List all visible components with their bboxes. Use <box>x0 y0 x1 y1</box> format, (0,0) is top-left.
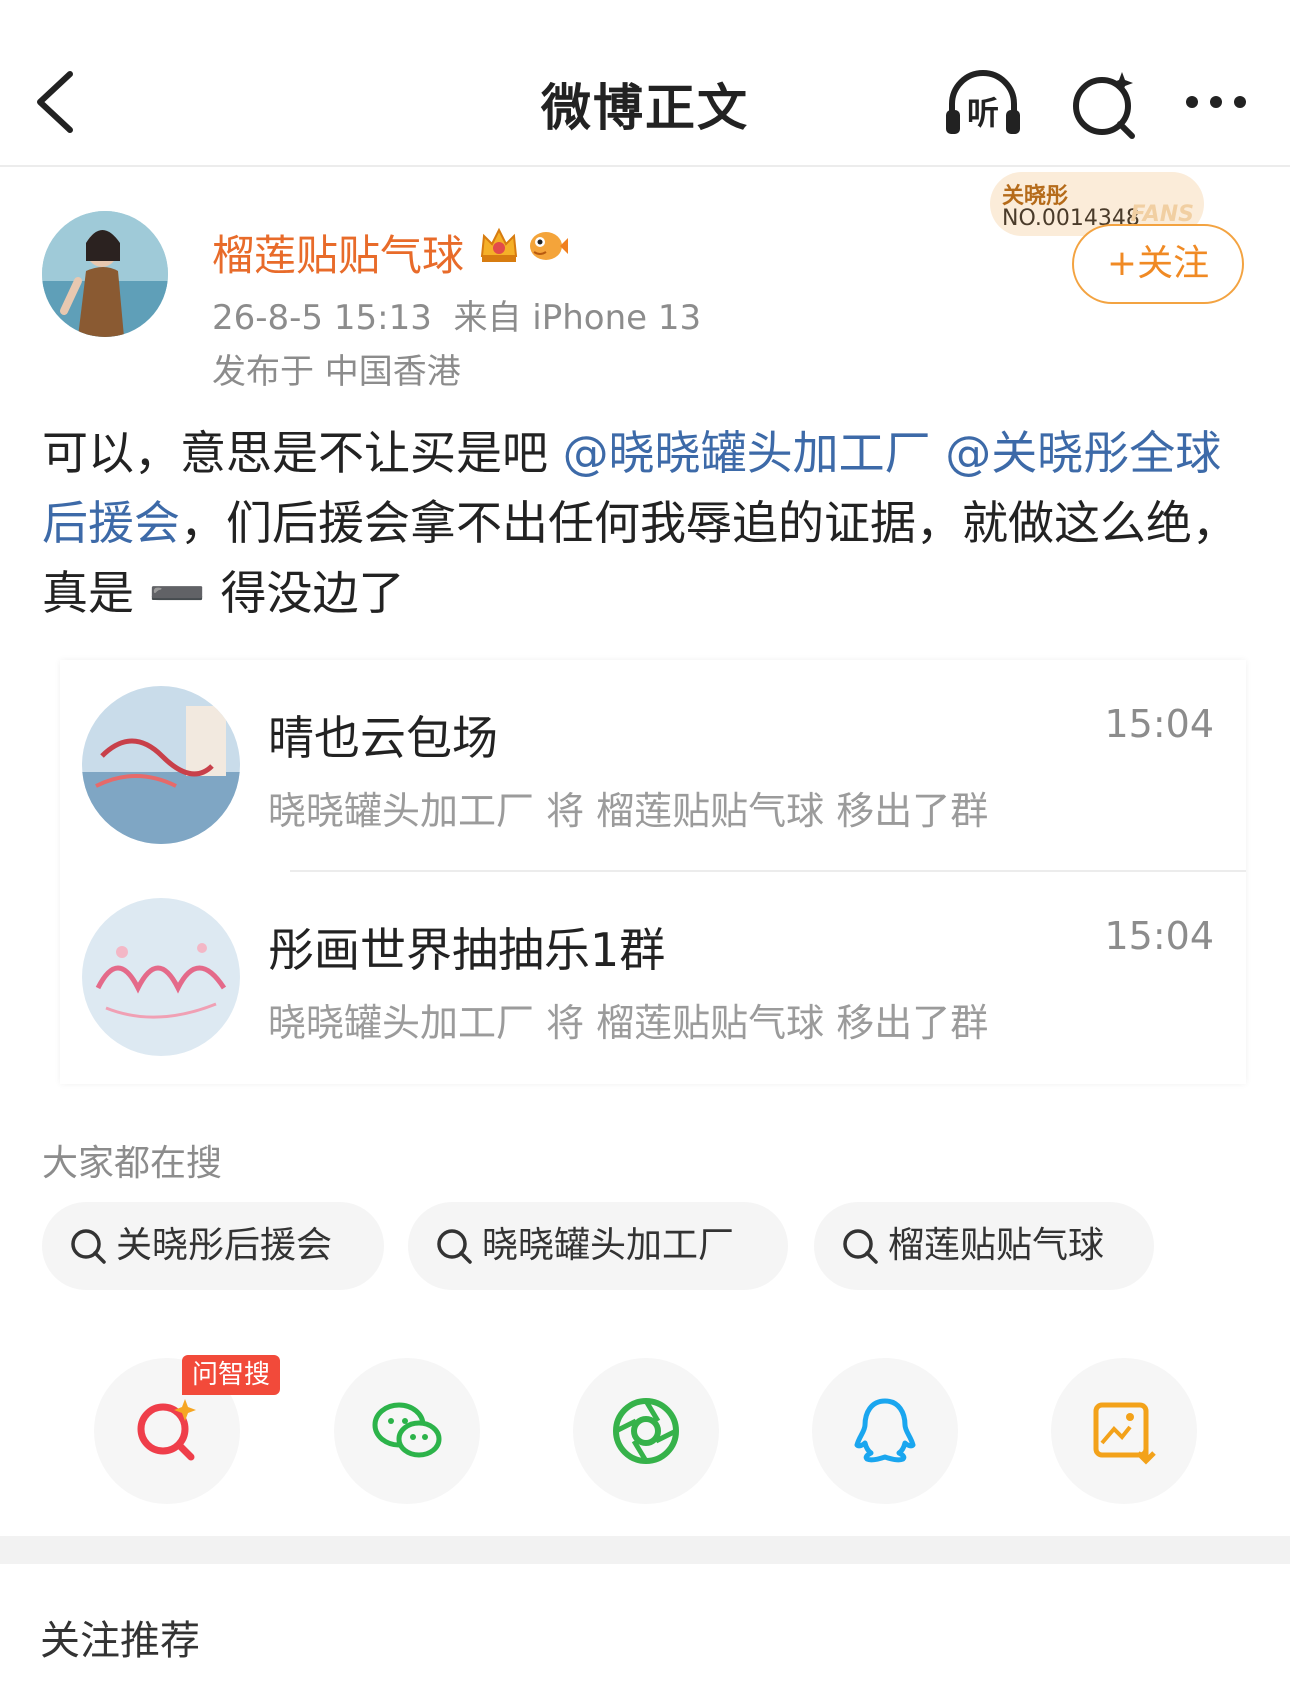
search-chip[interactable]: 榴莲贴贴气球 <box>814 1202 1154 1290</box>
search-icon[interactable] <box>1064 64 1150 144</box>
listen-button[interactable]: 听 <box>940 64 1026 144</box>
section-separator <box>0 1536 1290 1564</box>
ai-search-label: 问智搜 <box>182 1355 280 1395</box>
chat-last-message: 晓晓罐头加工厂 将 榴莲贴贴气球 移出了群 <box>268 1001 989 1045</box>
chat-time: 15:04 <box>1104 914 1214 958</box>
search-icon <box>437 1229 472 1264</box>
wechat-share-button[interactable] <box>334 1358 480 1504</box>
post-body: 可以，意思是不让买是吧 @晓晓罐头加工厂 @关晓彤全球后援会，们后援会拿不出任何… <box>42 418 1252 628</box>
listen-label: 听 <box>967 94 1000 132</box>
avatar-photo <box>42 211 168 337</box>
qq-share-button[interactable] <box>812 1358 958 1504</box>
save-image-icon <box>1093 1402 1156 1465</box>
post-text-segment: 可以，意思是不让买是吧 <box>42 426 563 480</box>
follow-button[interactable]: +关注 <box>1072 224 1244 304</box>
search-icon <box>71 1229 106 1264</box>
top-nav-bar: 微博正文 听 <box>0 0 1290 167</box>
author-avatar[interactable] <box>42 211 168 337</box>
search-chip-label: 榴莲贴贴气球 <box>888 1225 1105 1266</box>
chat-last-message: 晓晓罐头加工厂 将 榴莲贴贴气球 移出了群 <box>268 789 989 833</box>
moments-share-button[interactable] <box>573 1358 719 1504</box>
vip-crown-icon <box>480 227 518 262</box>
search-chip[interactable]: 关晓彤后援会 <box>42 1202 384 1290</box>
follow-recommendation-heading: 关注推荐 <box>40 1618 200 1664</box>
group-avatar <box>82 686 240 844</box>
author-name[interactable]: 榴莲贴贴气球 <box>212 222 464 283</box>
post-text-segment: ，们后援会拿不出任何我辱追的证据，就做这么绝，真是 ➖ 得没边了 <box>42 496 1238 620</box>
wechat-icon <box>372 1402 442 1458</box>
group-avatar <box>82 898 240 1056</box>
chat-list-item[interactable]: 彤画世界抽抽乐1群 15:04 晓晓罐头加工厂 将 榴莲贴贴气球 移出了群 <box>60 872 1246 1082</box>
qq-icon <box>854 1398 916 1463</box>
chat-group-name: 晴也云包场 <box>268 711 498 765</box>
search-chip-label: 晓晓罐头加工厂 <box>482 1225 735 1266</box>
more-options-icon[interactable] <box>1178 64 1264 144</box>
chat-time: 15:04 <box>1104 702 1214 746</box>
mention-link[interactable]: @晓晓罐头加工厂 <box>563 426 931 480</box>
chat-group-name: 彤画世界抽抽乐1群 <box>268 923 666 977</box>
search-icon <box>843 1229 878 1264</box>
group-chat-screenshot[interactable]: 晴也云包场 15:04 晓晓罐头加工厂 将 榴莲贴贴气球 移出了群 彤画世界抽抽… <box>60 660 1246 1084</box>
pufferfish-badge-icon <box>530 232 569 260</box>
save-image-share-button[interactable] <box>1051 1358 1197 1504</box>
trending-search-heading: 大家都在搜 <box>42 1143 223 1184</box>
post-timestamp-source: 26-8-5 15:13 来自 iPhone 13 <box>212 298 702 338</box>
ai-search-icon <box>137 1399 196 1461</box>
chat-list-item[interactable]: 晴也云包场 15:04 晓晓罐头加工厂 将 榴莲贴贴气球 移出了群 <box>60 660 1246 872</box>
search-chip[interactable]: 晓晓罐头加工厂 <box>408 1202 788 1290</box>
group-avatar-image <box>82 686 240 844</box>
post-location: 发布于 中国香港 <box>212 352 461 392</box>
group-avatar-image <box>82 898 240 1056</box>
moments-icon <box>613 1398 679 1464</box>
search-chip-label: 关晓彤后援会 <box>116 1225 333 1266</box>
post-text-segment <box>931 426 946 480</box>
